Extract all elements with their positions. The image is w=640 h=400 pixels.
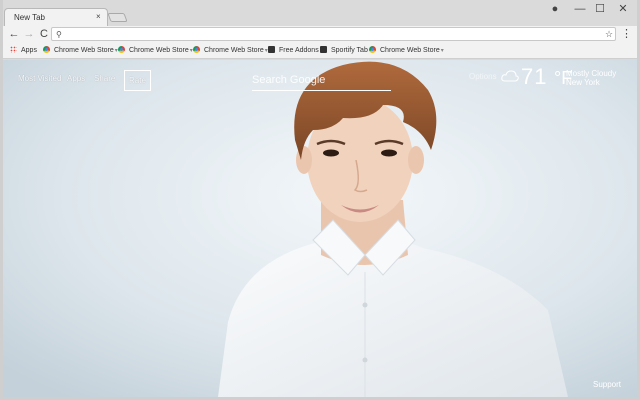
share-link[interactable]: Share (94, 74, 115, 83)
weather-location: New York (566, 78, 600, 87)
minimize-button[interactable]: — (571, 2, 589, 16)
most-visited-link[interactable]: Most Visited (18, 74, 61, 83)
bookmark-label: Chrome Web Store (129, 47, 189, 54)
apps-grid-icon (10, 46, 17, 53)
bookmark-free-addons[interactable]: Free Addons (268, 45, 319, 57)
chrome-web-store-icon (193, 46, 200, 53)
bookmark-apps[interactable]: Apps (10, 45, 37, 57)
search-icon: ⚲ (56, 30, 62, 39)
new-tab-button[interactable] (107, 13, 128, 22)
bookmark-label: Sportify Tab (331, 47, 368, 54)
maximize-button[interactable]: ☐ (591, 2, 609, 16)
tab-title: New Tab (14, 13, 45, 22)
browser-toolbar: ← → C ⚲ ☆ ⋮ (0, 26, 640, 43)
sportify-tab-icon (320, 46, 327, 53)
close-window-button[interactable]: ✕ (614, 2, 632, 16)
bookmark-chrome-web-store-2[interactable]: Chrome Web Store▾ (118, 45, 193, 57)
bookmark-label: Chrome Web Store (380, 47, 440, 54)
bookmark-sportify-tab[interactable]: Sportify Tab (320, 45, 368, 57)
chrome-web-store-icon (43, 46, 50, 53)
back-button[interactable]: ← (7, 27, 21, 41)
bookmark-label: Chrome Web Store (204, 47, 264, 54)
bookmark-label: Chrome Web Store (54, 47, 114, 54)
bookmark-label: Apps (21, 47, 37, 54)
reload-button[interactable]: C (37, 27, 51, 41)
address-bar[interactable]: ⚲ ☆ (51, 27, 616, 41)
chrome-web-store-icon (369, 46, 376, 53)
weather-details: Mostly Cloudy New York (566, 69, 616, 87)
chrome-web-store-icon (118, 46, 125, 53)
options-link[interactable]: Options (469, 72, 497, 81)
bookmarks-bar: Apps Chrome Web Store▾ Chrome Web Store▾… (0, 43, 640, 59)
new-tab-page: Most Visited Apps Share Rate Options 71 … (3, 60, 637, 397)
chevron-down-icon: ▾ (440, 48, 444, 54)
tab-new-tab[interactable]: New Tab × (4, 8, 108, 27)
weather-temperature: 71 (521, 64, 548, 89)
weather-condition: Mostly Cloudy (566, 69, 617, 78)
free-addons-icon (268, 46, 275, 53)
forward-button[interactable]: → (22, 27, 36, 41)
tab-close-icon[interactable]: × (96, 12, 101, 21)
bookmark-chrome-web-store-1[interactable]: Chrome Web Store▾ (43, 45, 118, 57)
cloud-icon (501, 70, 519, 82)
chrome-menu-button[interactable]: ⋮ (621, 27, 632, 41)
support-link[interactable]: Support (593, 380, 621, 389)
google-search-box[interactable] (252, 70, 391, 91)
background-photo (3, 60, 637, 397)
address-input[interactable] (68, 29, 588, 40)
rate-button[interactable]: Rate (124, 70, 151, 91)
title-bar: New Tab × ● — ☐ ✕ (0, 0, 640, 27)
profile-icon[interactable]: ● (546, 2, 564, 16)
apps-link[interactable]: Apps (67, 74, 85, 83)
bookmark-chrome-web-store-4[interactable]: Chrome Web Store▾ (369, 45, 444, 57)
bookmark-star-icon[interactable]: ☆ (605, 28, 613, 41)
bookmark-chrome-web-store-3[interactable]: Chrome Web Store▾ (193, 45, 268, 57)
search-input[interactable] (252, 70, 391, 90)
bookmark-label: Free Addons (279, 47, 319, 54)
